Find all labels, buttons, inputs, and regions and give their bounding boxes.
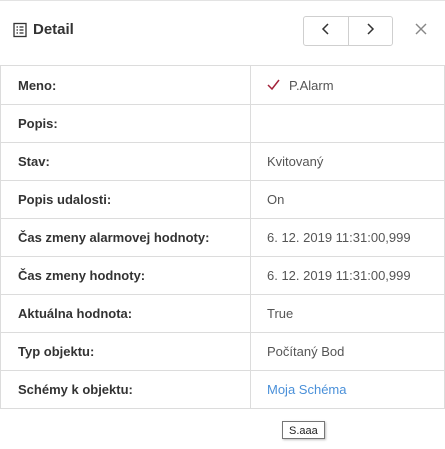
row-label: Aktuálna hodnota: — [0, 295, 251, 332]
table-row-value-change-time: Čas zmeny hodnoty: 6. 12. 2019 11:31:00,… — [0, 257, 445, 295]
next-button[interactable] — [347, 17, 393, 45]
row-label: Schémy k objektu: — [0, 371, 251, 408]
row-value: Moja Schéma — [251, 371, 445, 408]
table-row-object-type: Typ objektu: Počítaný Bod — [0, 333, 445, 371]
row-value — [251, 105, 445, 142]
row-value: P.Alarm — [251, 66, 445, 104]
table-row-schemas: Schémy k objektu: Moja Schéma — [0, 371, 445, 409]
row-label: Popis: — [0, 105, 251, 142]
table-row-alarm-change-time: Čas zmeny alarmovej hodnoty: 6. 12. 2019… — [0, 219, 445, 257]
table-row-description: Popis: — [0, 105, 445, 143]
tooltip: S.aaa — [282, 421, 325, 439]
row-label: Stav: — [0, 143, 251, 180]
check-icon — [267, 79, 280, 91]
previous-button[interactable] — [304, 17, 348, 45]
table-row-event-description: Popis udalosti: On — [0, 181, 445, 219]
row-value: True — [251, 295, 445, 332]
chevron-right-icon — [365, 22, 375, 41]
table-row-state: Stav: Kvitovaný — [0, 143, 445, 181]
chevron-left-icon — [321, 22, 331, 41]
row-label: Meno: — [0, 66, 251, 104]
row-label: Popis udalosti: — [0, 181, 251, 218]
row-label: Typ objektu: — [0, 333, 251, 370]
row-label: Čas zmeny hodnoty: — [0, 257, 251, 294]
panel-title: Detail — [33, 21, 74, 38]
close-button[interactable] — [413, 23, 429, 39]
object-name-value: P.Alarm — [289, 77, 334, 93]
record-navigation — [303, 16, 393, 46]
detail-header: Detail — [0, 1, 445, 63]
detail-panel: Detail Meno: P.Alarm Popis: Stav: Kvitov… — [0, 0, 445, 449]
row-value: Kvitovaný — [251, 143, 445, 180]
table-row-current-value: Aktuálna hodnota: True — [0, 295, 445, 333]
table-row-name: Meno: P.Alarm — [0, 66, 445, 105]
close-icon — [414, 22, 428, 41]
row-label: Čas zmeny alarmovej hodnoty: — [0, 219, 251, 256]
row-value: 6. 12. 2019 11:31:00,999 — [251, 257, 445, 294]
row-value: Počítaný Bod — [251, 333, 445, 370]
row-value: 6. 12. 2019 11:31:00,999 — [251, 219, 445, 256]
row-value: On — [251, 181, 445, 218]
detail-table: Meno: P.Alarm Popis: Stav: Kvitovaný Pop… — [0, 65, 445, 409]
list-detail-icon — [13, 22, 27, 38]
schema-link[interactable]: Moja Schéma — [267, 382, 346, 397]
